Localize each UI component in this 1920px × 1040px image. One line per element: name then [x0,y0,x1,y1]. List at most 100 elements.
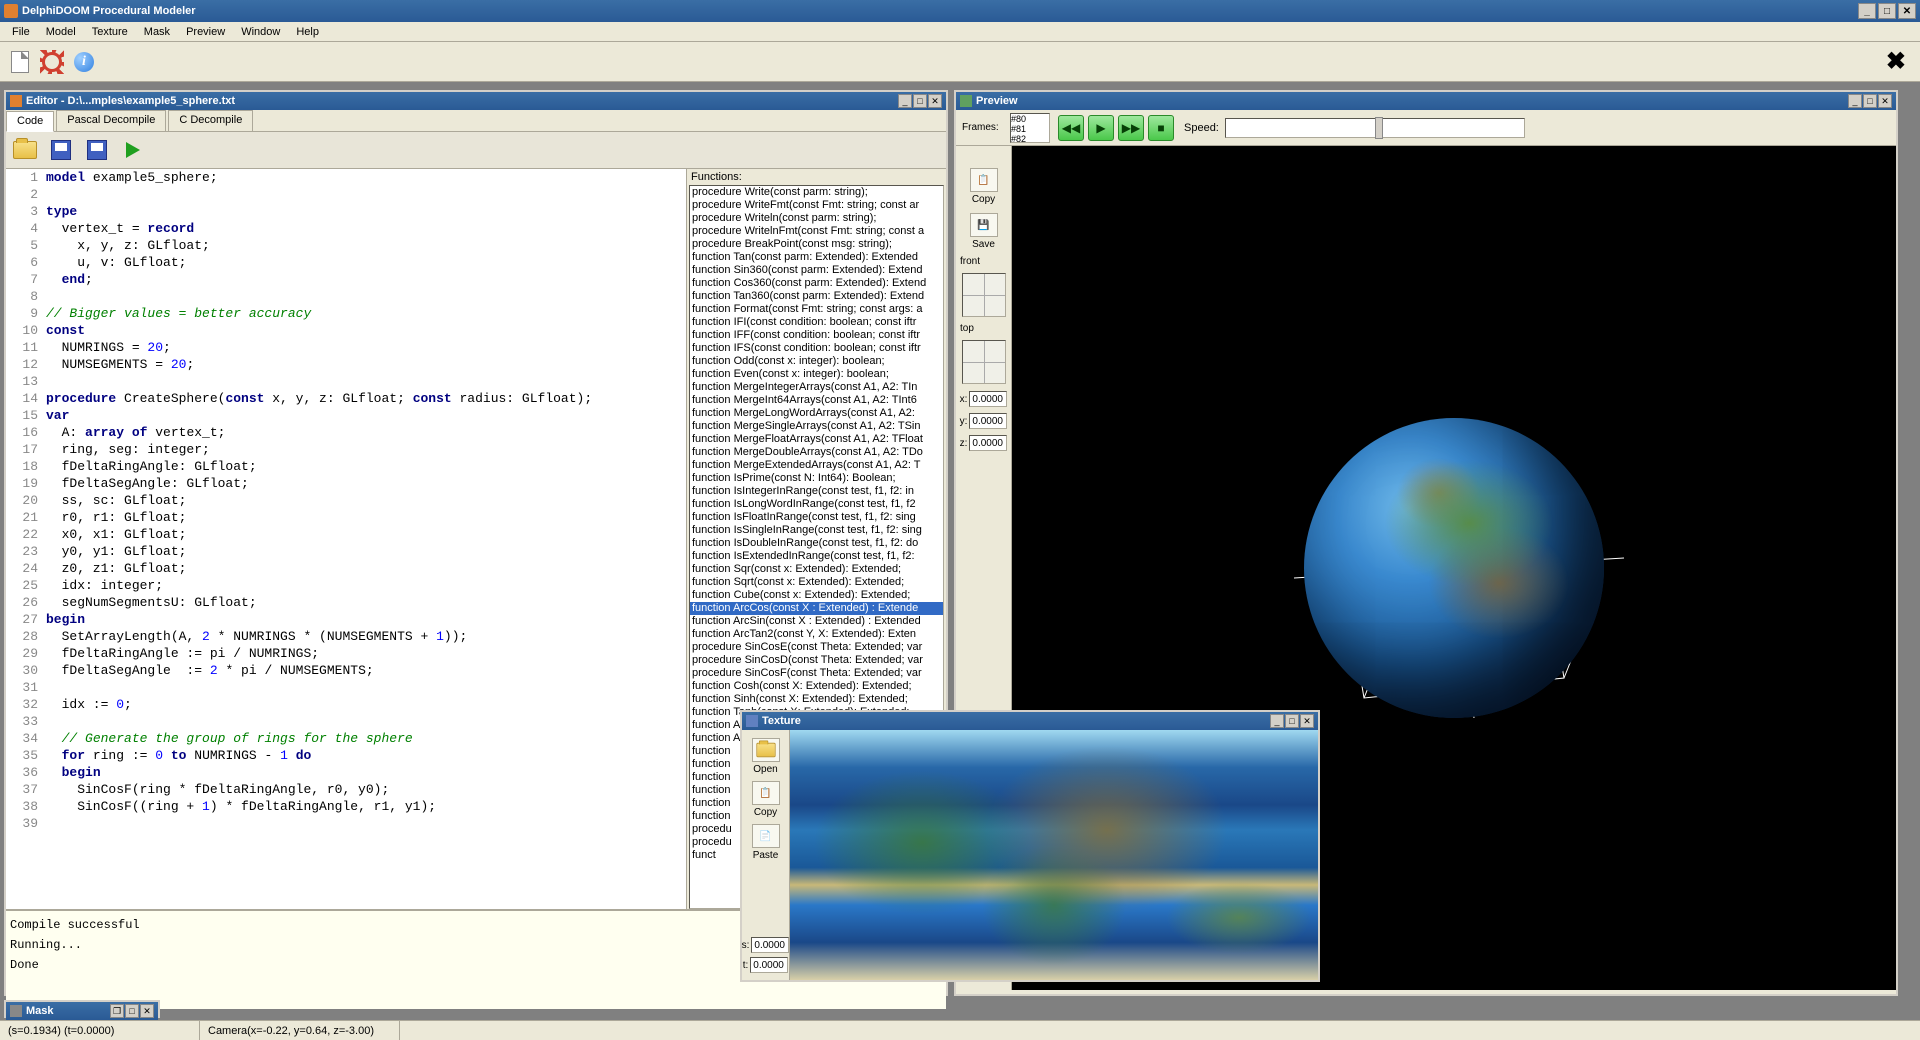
frame-item[interactable]: #81 [1011,124,1049,134]
mask-maximize[interactable]: □ [125,1004,139,1018]
new-button[interactable] [6,48,34,76]
function-item[interactable]: function MergeSingleArrays(const A1, A2:… [690,420,943,433]
save-button[interactable] [46,136,76,164]
y-input[interactable] [969,413,1007,429]
stop-button[interactable]: ■ [1148,115,1174,141]
function-item[interactable]: function ArcSin(const X : Extended) : Ex… [690,615,943,628]
function-item[interactable]: function Tan360(const parm: Extended): E… [690,290,943,303]
rewind-button[interactable]: ◀◀ [1058,115,1084,141]
function-item[interactable]: function IsLongWordInRange(const test, f… [690,498,943,511]
menu-window[interactable]: Window [233,24,288,40]
mask-restore[interactable]: ❐ [110,1004,124,1018]
texture-minimize[interactable]: _ [1270,714,1284,728]
editor-close[interactable]: ✕ [928,94,942,108]
texture-maximize[interactable]: □ [1285,714,1299,728]
function-item[interactable]: procedure WriteFmt(const Fmt: string; co… [690,199,943,212]
function-item[interactable]: function Sqr(const x: Extended): Extende… [690,563,943,576]
s-input[interactable] [751,937,789,953]
menu-texture[interactable]: Texture [84,24,136,40]
preview-minimize[interactable]: _ [1848,94,1862,108]
mdi-close-button[interactable]: ✖ [1878,47,1914,76]
menu-help[interactable]: Help [288,24,327,40]
menu-model[interactable]: Model [38,24,84,40]
function-item[interactable]: function Odd(const x: integer): boolean; [690,355,943,368]
function-item[interactable]: function MergeLongWordArrays(const A1, A… [690,407,943,420]
preview-close[interactable]: ✕ [1878,94,1892,108]
save-as-button[interactable] [82,136,112,164]
function-item[interactable]: function Sqrt(const x: Extended): Extend… [690,576,943,589]
open-button[interactable] [10,136,40,164]
function-item[interactable]: function IFS(const condition: boolean; c… [690,342,943,355]
frames-list[interactable]: #80#81#82#83#84#85 [1010,113,1050,143]
forward-button[interactable]: ▶▶ [1118,115,1144,141]
mask-titlebar[interactable]: Mask ❐ □ ✕ [6,1002,158,1020]
copy-button[interactable]: 📋 Copy [968,166,1000,207]
info-button[interactable]: i [70,48,98,76]
function-item[interactable]: procedure WritelnFmt(const Fmt: string; … [690,225,943,238]
function-item[interactable]: function Sinh(const X: Extended): Extend… [690,693,943,706]
function-item[interactable]: function IsExtendedInRange(const test, f… [690,550,943,563]
function-item[interactable]: function MergeIntegerArrays(const A1, A2… [690,381,943,394]
editor-titlebar[interactable]: Editor - D:\...mples\example5_sphere.txt… [6,92,946,110]
function-item[interactable]: function MergeDoubleArrays(const A1, A2:… [690,446,943,459]
function-item[interactable]: procedure SinCosD(const Theta: Extended;… [690,654,943,667]
tab-pascal-decompile[interactable]: Pascal Decompile [56,110,166,131]
texture-titlebar[interactable]: Texture _ □ ✕ [742,712,1318,730]
play-button[interactable]: ▶ [1088,115,1114,141]
speed-slider[interactable] [1225,118,1525,138]
function-item[interactable]: function IFI(const condition: boolean; c… [690,316,943,329]
menu-mask[interactable]: Mask [136,24,178,40]
function-item[interactable]: function IsDoubleInRange(const test, f1,… [690,537,943,550]
save-preview-button[interactable]: 💾 Save [968,211,1000,252]
frame-item[interactable]: #80 [1011,114,1049,124]
function-item[interactable]: procedure SinCosF(const Theta: Extended;… [690,667,943,680]
function-item[interactable]: function ArcTan2(const Y, X: Extended): … [690,628,943,641]
top-axis-widget[interactable] [962,340,1006,384]
function-item[interactable]: function Tan(const parm: Extended): Exte… [690,251,943,264]
function-item[interactable]: function ArcCos(const X : Extended) : Ex… [690,602,943,615]
texture-open-button[interactable]: Open [750,736,782,777]
function-item[interactable]: function IsFloatInRange(const test, f1, … [690,511,943,524]
function-item[interactable]: function Format(const Fmt: string; const… [690,303,943,316]
editor-minimize[interactable]: _ [898,94,912,108]
t-input[interactable] [750,957,788,973]
editor-maximize[interactable]: □ [913,94,927,108]
function-item[interactable]: function IsSingleInRange(const test, f1,… [690,524,943,537]
code-editor[interactable]: 1model example5_sphere;23type4 vertex_t … [6,169,686,909]
function-item[interactable]: procedure SinCosE(const Theta: Extended;… [690,641,943,654]
mask-close[interactable]: ✕ [140,1004,154,1018]
settings-button[interactable] [38,48,66,76]
menu-preview[interactable]: Preview [178,24,233,40]
function-item[interactable]: function Cosh(const X: Extended): Extend… [690,680,943,693]
function-item[interactable]: function MergeInt64Arrays(const A1, A2: … [690,394,943,407]
speed-thumb[interactable] [1375,117,1383,139]
preview-maximize[interactable]: □ [1863,94,1877,108]
z-input[interactable] [969,435,1007,451]
function-item[interactable]: function MergeExtendedArrays(const A1, A… [690,459,943,472]
function-item[interactable]: function Cube(const x: Extended): Extend… [690,589,943,602]
function-item[interactable]: function Cos360(const parm: Extended): E… [690,277,943,290]
minimize-button[interactable]: _ [1858,3,1876,19]
function-item[interactable]: function MergeFloatArrays(const A1, A2: … [690,433,943,446]
tab-code[interactable]: Code [6,111,54,132]
function-item[interactable]: procedure Writeln(const parm: string); [690,212,943,225]
menu-file[interactable]: File [4,24,38,40]
maximize-button[interactable]: □ [1878,3,1896,19]
preview-titlebar[interactable]: Preview _ □ ✕ [956,92,1896,110]
close-button[interactable]: ✕ [1898,3,1916,19]
run-button[interactable] [118,136,148,164]
x-input[interactable] [969,391,1007,407]
texture-copy-button[interactable]: 📋 Copy [750,779,782,820]
function-item[interactable]: function IsPrime(const N: Int64): Boolea… [690,472,943,485]
texture-close[interactable]: ✕ [1300,714,1314,728]
function-item[interactable]: function IFF(const condition: boolean; c… [690,329,943,342]
function-item[interactable]: function IsIntegerInRange(const test, f1… [690,485,943,498]
front-axis-widget[interactable] [962,273,1006,317]
function-item[interactable]: function Even(const x: integer): boolean… [690,368,943,381]
texture-paste-button[interactable]: 📄 Paste [750,822,782,863]
function-item[interactable]: function Sin360(const parm: Extended): E… [690,264,943,277]
frame-item[interactable]: #82 [1011,134,1049,143]
function-item[interactable]: procedure BreakPoint(const msg: string); [690,238,943,251]
texture-image[interactable] [790,730,1318,980]
function-item[interactable]: procedure Write(const parm: string); [690,186,943,199]
